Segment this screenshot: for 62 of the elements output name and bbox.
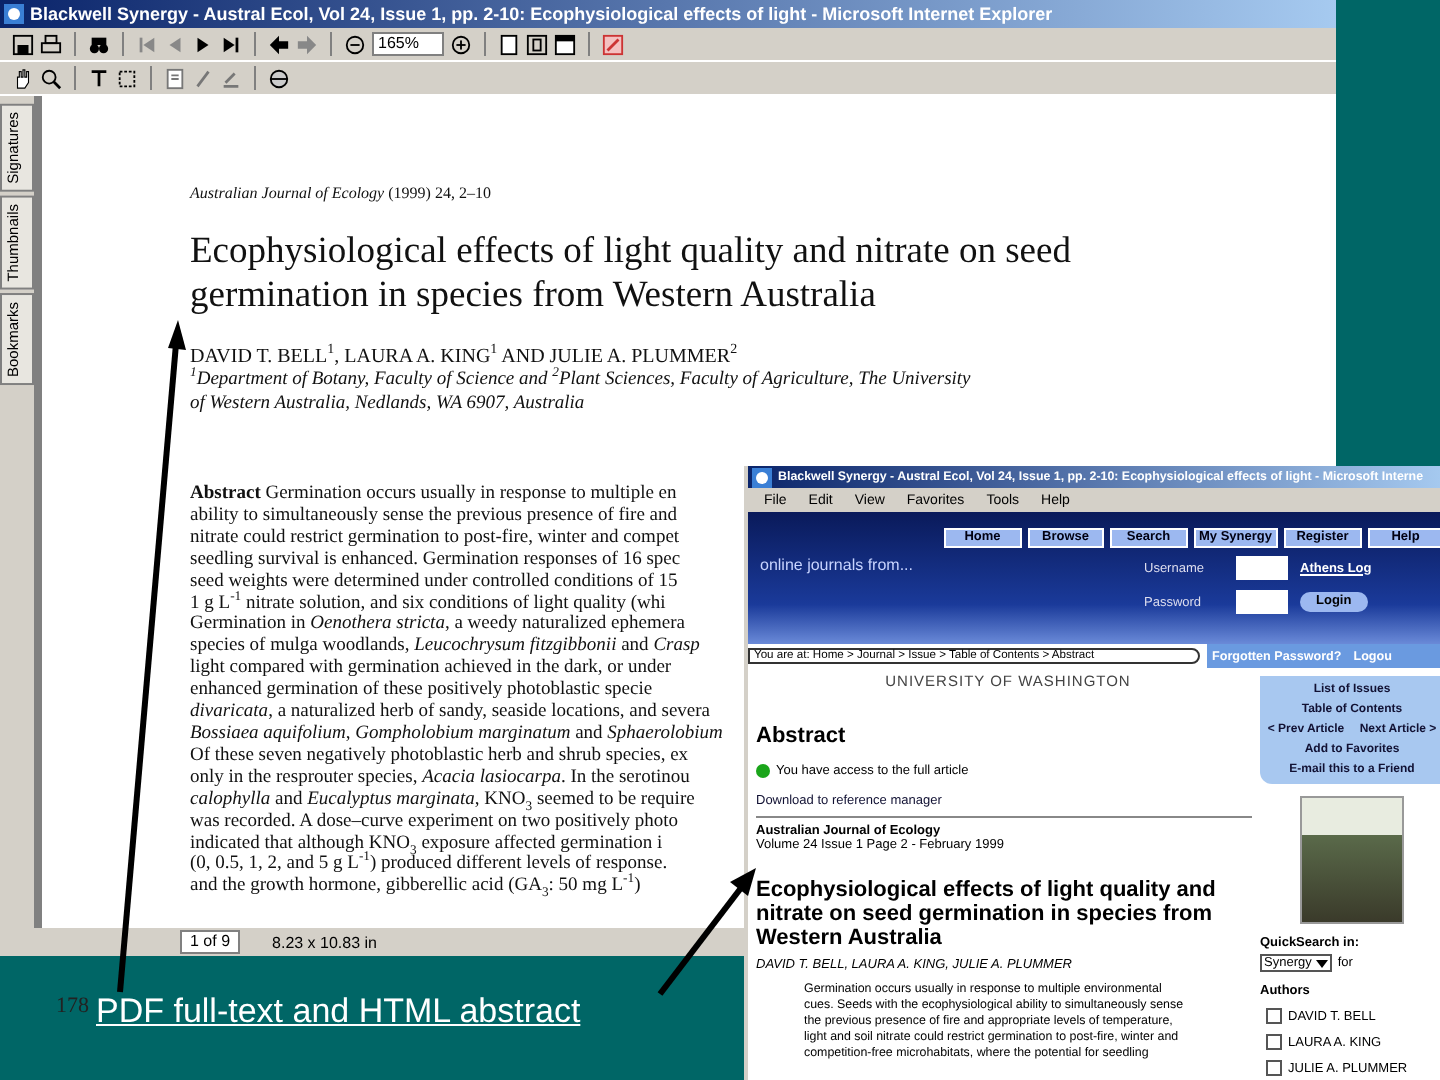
abstract-text-line: Germination in Oenothera stricta, a weedy naturalized ephemera xyxy=(190,614,685,636)
author-checkbox[interactable] xyxy=(1266,1008,1282,1024)
affiliation-text: $^{1}$Department of Botany, Faculty of Science and $^{2}$Plant Sciences, Faculty of Agriculture, The University xyxy=(190,368,971,392)
zoom-in-icon[interactable] xyxy=(450,33,472,55)
status-dot-icon xyxy=(756,764,770,778)
back-icon[interactable] xyxy=(268,33,290,55)
author-checkbox[interactable] xyxy=(1266,1060,1282,1076)
highlighter-icon[interactable] xyxy=(220,67,242,89)
print-icon[interactable] xyxy=(40,33,62,55)
graphics-select-icon[interactable] xyxy=(116,67,138,89)
pen-icon[interactable] xyxy=(602,33,624,55)
abstract-text-line: divaricata, a naturalized herb of sandy, seaside locations, and severa xyxy=(190,702,711,724)
browser-icon xyxy=(752,467,772,487)
abstract-text-line: and the growth hormone, gibberellic acid (GA$_{3}$: 50 mg L$^{-1}$) xyxy=(190,876,641,899)
abstract-text-line: seed weights were determined under controlled conditions of 15 xyxy=(190,571,678,592)
abstract-text-line: Of these seven negatively photoblastic herb and shrub species, ex xyxy=(190,745,689,768)
abstract-text-line: seedling survival is enhanced. Germination responses of 16 spec xyxy=(190,549,681,572)
article-title: Ecophysiological effects of light quality and nitrate on seed germination in species from Western Australia xyxy=(756,878,1218,950)
abstract-text-line: indicated that although KNO$_{3}$ exposure affected germination i xyxy=(190,833,663,855)
password-field[interactable] xyxy=(1236,590,1288,614)
last-page-icon[interactable] xyxy=(220,33,242,55)
username-field[interactable] xyxy=(1236,556,1288,580)
abstract-text-line: light compared with germination achieved in the dark, or under xyxy=(190,658,672,680)
pointer-arrow xyxy=(657,868,756,996)
browser-icon xyxy=(4,4,24,24)
abstract-text-line: was recorded. A dose–curve experiment on two positively photo xyxy=(190,811,679,833)
slide-caption: PDF full-text and HTML abstract xyxy=(96,992,581,1032)
page-icon[interactable] xyxy=(498,33,520,55)
fit-width-icon[interactable] xyxy=(554,33,576,55)
hand-icon[interactable] xyxy=(12,67,34,89)
abstract-text-line: only in the resprouter species, Acacia lasiocarpa. In the serotinou xyxy=(190,767,690,790)
abstract-text-line: calophylla and Eucalyptus marginata, KNO$_{3}$ seemed to be require xyxy=(190,789,695,812)
abstract-text-line: nitrate could restrict germination to post-fire, winter and compet xyxy=(190,527,680,550)
abstract-text-line: ability to simultaneously sense the previous presence of fire and xyxy=(190,505,678,528)
text-select-icon[interactable] xyxy=(88,67,110,89)
abstract-text-line: species of mulga woodlands, Leucochrysum fitzgibbonii and Crasp xyxy=(190,636,700,658)
note-icon[interactable] xyxy=(164,67,186,89)
article-title: Ecophysiological effects of light quality and nitrate on seed germination in species from Western Australia xyxy=(190,230,1073,318)
zoom-field[interactable]: 165% xyxy=(372,32,444,56)
author-list: DAVID T. BELL$^{1}$, LAURA A. KING$^{1}$ AND JULIE A. PLUMMER$^{2}$ xyxy=(190,346,738,368)
window-title: Blackwell Synergy - Austral Ecol, Vol 24, Issue 1, pp. 2-10: Ecophysiological effects of light - Microsoft Internet Explorer xyxy=(30,4,1053,24)
save-icon[interactable] xyxy=(12,33,34,55)
site-tagline: online journals from... xyxy=(758,554,915,578)
fit-page-icon[interactable] xyxy=(526,33,548,55)
abstract-text-line: Bossiaea aquifolium, Gompholobium marginatum and Sphaerolobium xyxy=(190,723,723,746)
binoculars-icon[interactable] xyxy=(88,33,110,55)
zoom-out-icon[interactable] xyxy=(344,33,366,55)
zoom-icon[interactable] xyxy=(40,67,62,89)
journal-citation: Australian Journal of Ecology (1999) 24, 2–10 xyxy=(190,184,493,202)
abstract-text-line: 1 g L$^{-1}$ nitrate solution, and six conditions of light quality (whi xyxy=(190,593,666,614)
abstract-text-line: Abstract Germination occurs usually in response to multiple en xyxy=(190,484,677,506)
author-checkbox[interactable] xyxy=(1266,1034,1282,1050)
journal-cover-placeholder xyxy=(1300,796,1404,924)
abstract-text-line: enhanced germination of these positively photoblastic specie xyxy=(190,680,653,702)
abstract-text-line: (0, 0.5, 1, 2, and 5 g L$^{-1}$) produced different levels of response. xyxy=(190,854,668,875)
next-page-icon[interactable] xyxy=(192,33,214,55)
section-heading: Abstract xyxy=(756,724,848,748)
page-size-text: 8.23 x 10.83 in xyxy=(272,933,377,951)
affiliation-text: of Western Australia, Nedlands, WA 6907, Australia xyxy=(190,392,585,416)
page-number-field[interactable]: 1 of 9 xyxy=(180,930,241,954)
slide-number: 178 xyxy=(56,994,89,1018)
pencil-icon[interactable] xyxy=(192,67,214,89)
